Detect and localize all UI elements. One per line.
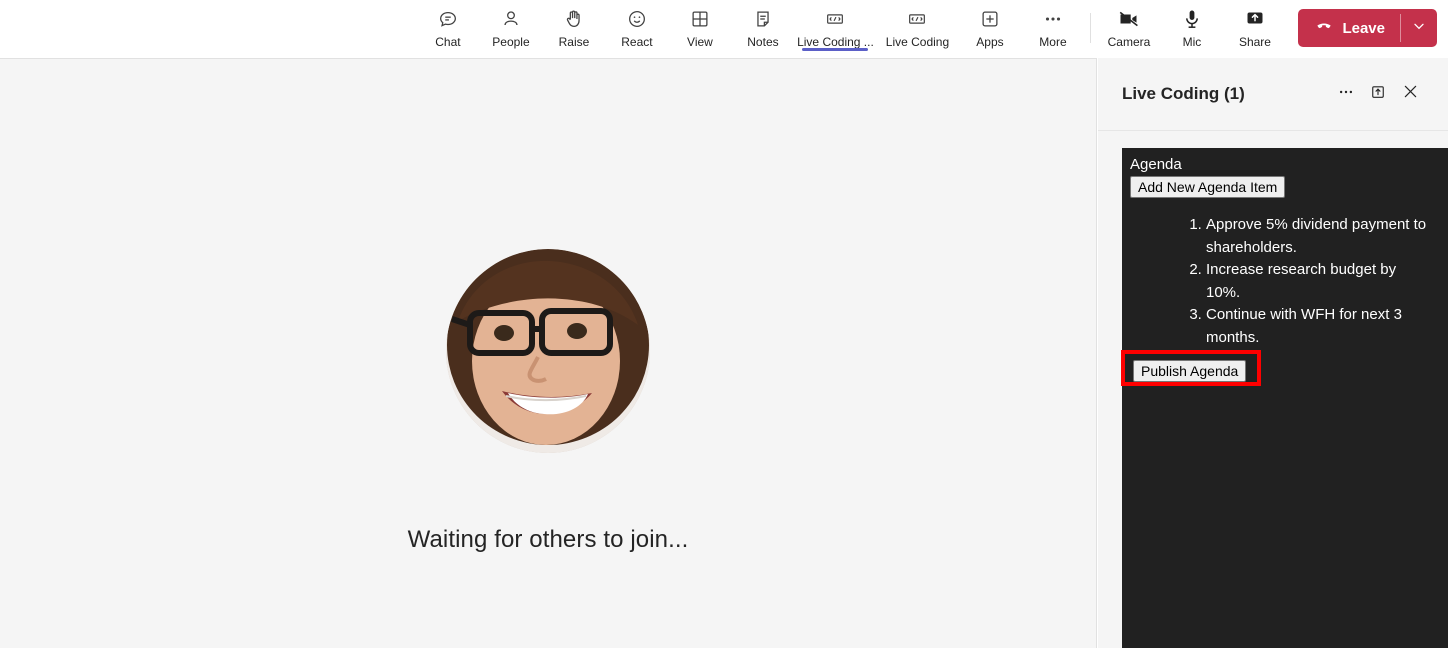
- toolbar-item-chat[interactable]: Chat: [416, 0, 479, 56]
- toolbar-item-label: More: [1039, 35, 1067, 49]
- toolbar-item-more[interactable]: More: [1021, 0, 1084, 56]
- add-new-agenda-item-button[interactable]: Add New Agenda Item: [1130, 176, 1286, 198]
- waiting-message: Waiting for others to join...: [407, 526, 689, 553]
- meeting-stage: Waiting for others to join...: [0, 58, 1097, 648]
- toolbar-item-live-coding-active[interactable]: Live Coding ...: [794, 0, 876, 56]
- agenda-heading: Agenda: [1130, 156, 1182, 173]
- toolbar-item-label: Mic: [1182, 35, 1202, 49]
- notes-icon: [752, 7, 774, 31]
- live-coding-app-icon: [906, 7, 928, 31]
- raise-hand-icon: [563, 7, 585, 31]
- live-coding-app-frame: Agenda Add New Agenda Item Approve 5% di…: [1121, 148, 1448, 648]
- list-item: Continue with WFH for next 3 months.: [1206, 304, 1428, 349]
- more-ellipsis-icon: [1042, 7, 1064, 31]
- toolbar-item-view[interactable]: View: [668, 0, 731, 56]
- leave-options-button[interactable]: [1401, 9, 1437, 47]
- view-grid-icon: [689, 7, 711, 31]
- more-options-button[interactable]: [1330, 78, 1362, 110]
- pop-out-icon: [1369, 83, 1387, 106]
- leave-button[interactable]: Leave: [1298, 9, 1437, 47]
- close-panel-button[interactable]: [1394, 78, 1426, 110]
- toolbar-item-label: Chat: [435, 35, 461, 49]
- toolbar-item-label: View: [687, 35, 713, 49]
- toolbar-item-label: People: [492, 35, 530, 49]
- list-item: Approve 5% dividend payment to sharehold…: [1206, 214, 1428, 259]
- panel-title: Live Coding (1): [1122, 84, 1245, 103]
- chevron-down-icon: [1411, 18, 1427, 39]
- apps-plus-icon: [979, 7, 1001, 31]
- meeting-toolbar: Chat People Raise React View Notes Live …: [0, 0, 1448, 58]
- chat-icon: [437, 7, 459, 31]
- toolbar-item-camera[interactable]: Camera: [1097, 0, 1160, 56]
- toolbar-item-notes[interactable]: Notes: [731, 0, 794, 56]
- toolbar-item-live-coding[interactable]: Live Coding: [876, 0, 958, 56]
- toolbar-item-label: Live Coding: [885, 35, 950, 49]
- list-item: Increase research budget by 10%.: [1206, 259, 1428, 304]
- toolbar-item-label: Notes: [747, 35, 779, 49]
- active-tab-underline: [802, 48, 869, 51]
- more-ellipsis-icon: [1337, 83, 1355, 106]
- toolbar-item-mic[interactable]: Mic: [1160, 0, 1223, 56]
- live-coding-app-icon: [824, 7, 846, 31]
- camera-off-icon: [1117, 7, 1141, 31]
- toolbar-item-label: Camera: [1107, 35, 1151, 49]
- live-coding-panel: Live Coding (1) Agenda Add New Agenda It…: [1098, 58, 1448, 648]
- toolbar-item-react[interactable]: React: [605, 0, 668, 56]
- toolbar-item-raise[interactable]: Raise: [542, 0, 605, 56]
- microphone-icon: [1180, 7, 1204, 31]
- toolbar-item-label: Raise: [558, 35, 590, 49]
- react-emoji-icon: [626, 7, 648, 31]
- agenda-list: Approve 5% dividend payment to sharehold…: [1130, 214, 1428, 349]
- toolbar-item-label: React: [621, 35, 653, 49]
- people-icon: [500, 7, 522, 31]
- toolbar-item-label: Apps: [976, 35, 1004, 49]
- toolbar-item-people[interactable]: People: [479, 0, 542, 56]
- hang-up-icon: [1314, 16, 1334, 40]
- share-screen-icon: [1243, 7, 1267, 31]
- toolbar-primary-actions: Chat People Raise React View Notes Live …: [416, 0, 1448, 58]
- toolbar-item-label: Share: [1238, 35, 1271, 49]
- leave-button-label: Leave: [1342, 19, 1385, 37]
- panel-header: Live Coding (1): [1098, 58, 1448, 131]
- publish-agenda-wrapper: Publish Agenda: [1121, 350, 1261, 386]
- close-icon: [1401, 82, 1420, 106]
- avatar-photo: [446, 249, 650, 453]
- toolbar-item-share[interactable]: Share: [1223, 0, 1286, 56]
- leave-button-main[interactable]: Leave: [1298, 9, 1400, 47]
- participant-avatar: [446, 249, 650, 453]
- publish-agenda-button[interactable]: Publish Agenda: [1133, 360, 1247, 382]
- toolbar-item-apps[interactable]: Apps: [958, 0, 1021, 56]
- toolbar-divider: [1090, 13, 1092, 43]
- pop-out-button[interactable]: [1362, 78, 1394, 110]
